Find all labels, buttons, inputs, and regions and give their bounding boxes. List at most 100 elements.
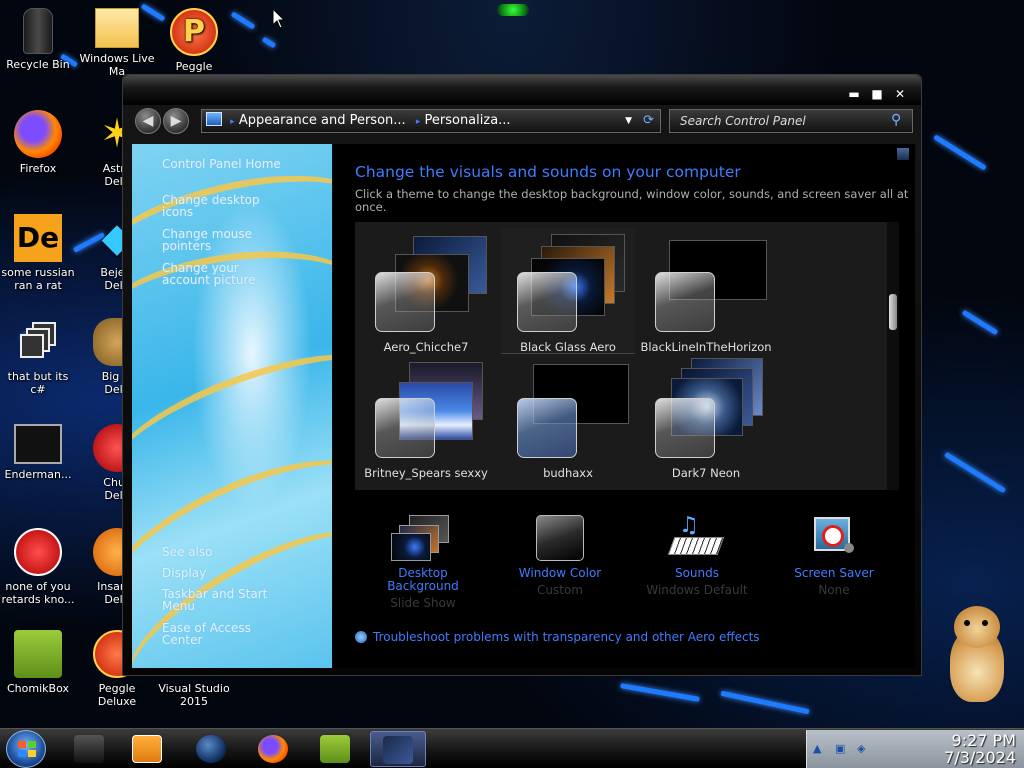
close-button[interactable]: ✕: [891, 87, 909, 101]
de-icon: De: [14, 214, 62, 262]
windows-logo-icon: [18, 741, 36, 757]
control-panel-icon: [206, 112, 222, 126]
volume-icon[interactable]: ◈: [857, 742, 871, 756]
desktop-icon-enderman[interactable]: Enderman...: [0, 424, 79, 481]
theme-item-selected[interactable]: Black Glass Aero: [501, 228, 635, 354]
back-button[interactable]: ◀: [135, 108, 161, 134]
desktop-icon-label: Visual Studio 2015: [158, 682, 230, 708]
desktop-icon-peggle[interactable]: P Peggle: [153, 8, 235, 73]
search-icon[interactable]: ⚲: [891, 112, 901, 128]
customize-title: Window Color: [518, 566, 602, 580]
theme-color-swatch: [517, 272, 577, 332]
start-button[interactable]: [6, 730, 46, 768]
explorer-icon: [74, 735, 104, 763]
ease-of-access-link[interactable]: Ease of Access Center: [162, 622, 332, 646]
clock-date: 7/3/2024: [944, 748, 1016, 767]
taskbar-globe[interactable]: [184, 731, 240, 767]
breadcrumb-separator-icon: ▸: [230, 117, 235, 127]
desktop-icon-label: Recycle Bin: [6, 58, 70, 71]
theme-color-swatch: [655, 272, 715, 332]
customize-value: None: [818, 583, 850, 597]
troubleshoot-link[interactable]: Troubleshoot problems with transparency …: [355, 630, 760, 644]
help-icon[interactable]: [897, 148, 909, 160]
theme-name: Aero_Chicche7: [383, 340, 469, 354]
theme-item[interactable]: BlackLineInTheHorizon: [639, 228, 773, 354]
taskbar-start-menu-link[interactable]: Taskbar and Start Menu: [162, 588, 332, 612]
desktop-background-icon: [391, 513, 451, 561]
clock[interactable]: 9:27 PM 7/3/2024: [896, 732, 1016, 766]
troubleshoot-icon: [355, 631, 367, 643]
taskbar-explorer[interactable]: [62, 731, 118, 767]
change-desktop-icons-link[interactable]: Change desktop icons: [162, 194, 332, 218]
address-dropdown-icon[interactable]: ▼: [625, 110, 632, 132]
sidebar: Control Panel Home Change desktop icons …: [132, 144, 332, 668]
change-mouse-pointers-link[interactable]: Change mouse pointers: [162, 228, 332, 252]
main-content: Change the visuals and sounds on your co…: [333, 144, 915, 668]
breadcrumb-separator-icon: ▸: [415, 117, 421, 127]
chomikbox-icon: [320, 735, 350, 763]
control-panel-home-link[interactable]: Control Panel Home: [162, 158, 332, 170]
desktop-icon-de[interactable]: De some russian ran a rat: [0, 214, 79, 292]
peggle-icon: P: [170, 8, 218, 56]
desktop-icon-windows-stack[interactable]: that but its c#: [0, 318, 79, 396]
wallpaper-stripe: [720, 690, 810, 715]
sounds-link[interactable]: ♫ Sounds Windows Default: [637, 513, 757, 597]
theme-item[interactable]: Aero_Chicche7: [359, 228, 493, 354]
breadcrumb-appearance[interactable]: Appearance and Person...: [239, 113, 406, 128]
scrollbar-thumb[interactable]: [889, 294, 897, 330]
screen-saver-link[interactable]: Screen Saver None: [774, 513, 894, 597]
wallpaper-green-lights: [497, 4, 529, 16]
address-bar[interactable]: ▸ Appearance and Person... ▸ Personaliza…: [201, 109, 661, 133]
change-account-picture-link[interactable]: Change your account picture: [162, 262, 332, 286]
taskbar-personalization-window[interactable]: [370, 731, 426, 767]
system-tray: ▲ ▣ ◈ 9:27 PM 7/3/2024: [806, 730, 1024, 768]
desktop-icon-recycle-bin[interactable]: Recycle Bin: [0, 8, 79, 71]
theme-item[interactable]: Dark7 Neon: [639, 354, 773, 480]
customize-title: Sounds: [674, 566, 720, 580]
minimize-button[interactable]: ▬: [845, 87, 863, 101]
theme-name: BlackLineInTheHorizon: [640, 340, 772, 354]
taskbar-media-player[interactable]: [120, 731, 176, 767]
theme-color-swatch: [375, 398, 435, 458]
troubleshoot-label: Troubleshoot problems with transparency …: [373, 630, 760, 644]
taskbar-firefox[interactable]: [246, 731, 302, 767]
theme-name: Britney_Spears sexxy: [364, 466, 488, 480]
desktop-icon-label: ChomikBox: [7, 682, 69, 695]
see-also-heading: See also: [162, 545, 213, 559]
mouse-cursor-icon: [272, 8, 286, 29]
network-icon[interactable]: ▣: [835, 742, 849, 756]
customize-value: Custom: [537, 583, 583, 597]
window-color-icon: [532, 513, 588, 561]
theme-item[interactable]: Britney_Spears sexxy: [359, 354, 493, 480]
desktop-icon-rat[interactable]: none of you retards kno...: [0, 528, 79, 606]
maximize-button[interactable]: ■: [868, 87, 886, 101]
forward-button[interactable]: ▶: [163, 108, 189, 134]
desktop-icon-chomikbox[interactable]: ChomikBox: [0, 630, 79, 695]
theme-item[interactable]: budhaxx: [501, 354, 635, 480]
desktop-icon-firefox[interactable]: Firefox: [0, 110, 79, 175]
desktop-icon-windows-live-mail[interactable]: Windows Live Ma: [76, 8, 158, 78]
taskbar: ▲ ▣ ◈ 9:27 PM 7/3/2024: [0, 728, 1024, 768]
search-input[interactable]: Search Control Panel: [669, 109, 913, 133]
wallpaper-stripe: [933, 134, 987, 171]
refresh-icon[interactable]: ⟳: [643, 110, 654, 132]
window-color-link[interactable]: Window Color Custom: [500, 513, 620, 597]
show-hidden-icons-icon[interactable]: ▲: [813, 742, 827, 756]
theme-name: Black Glass Aero: [520, 340, 616, 354]
chomikbox-icon: [14, 630, 62, 678]
window-titlebar[interactable]: ▬ ■ ✕: [123, 75, 921, 105]
wallpaper-stripe: [620, 683, 700, 702]
theme-color-swatch: [655, 398, 715, 458]
desktop-icon-visual-studio[interactable]: Visual Studio 2015: [153, 682, 235, 708]
globe-icon: [196, 735, 226, 763]
breadcrumb-personalization[interactable]: Personaliza...: [425, 113, 511, 128]
customize-title: Screen Saver: [794, 566, 874, 580]
desktop-background-link[interactable]: Desktop Background Slide Show: [363, 513, 483, 610]
theme-list-scrollbar[interactable]: [887, 222, 899, 490]
screen-saver-icon: [806, 513, 862, 561]
display-link[interactable]: Display: [162, 567, 332, 579]
theme-name: budhaxx: [543, 466, 593, 480]
taskbar-chomikbox[interactable]: [308, 731, 364, 767]
wallpaper-stripe: [961, 309, 999, 336]
desktop-icon-label: some russian ran a rat: [1, 266, 75, 292]
